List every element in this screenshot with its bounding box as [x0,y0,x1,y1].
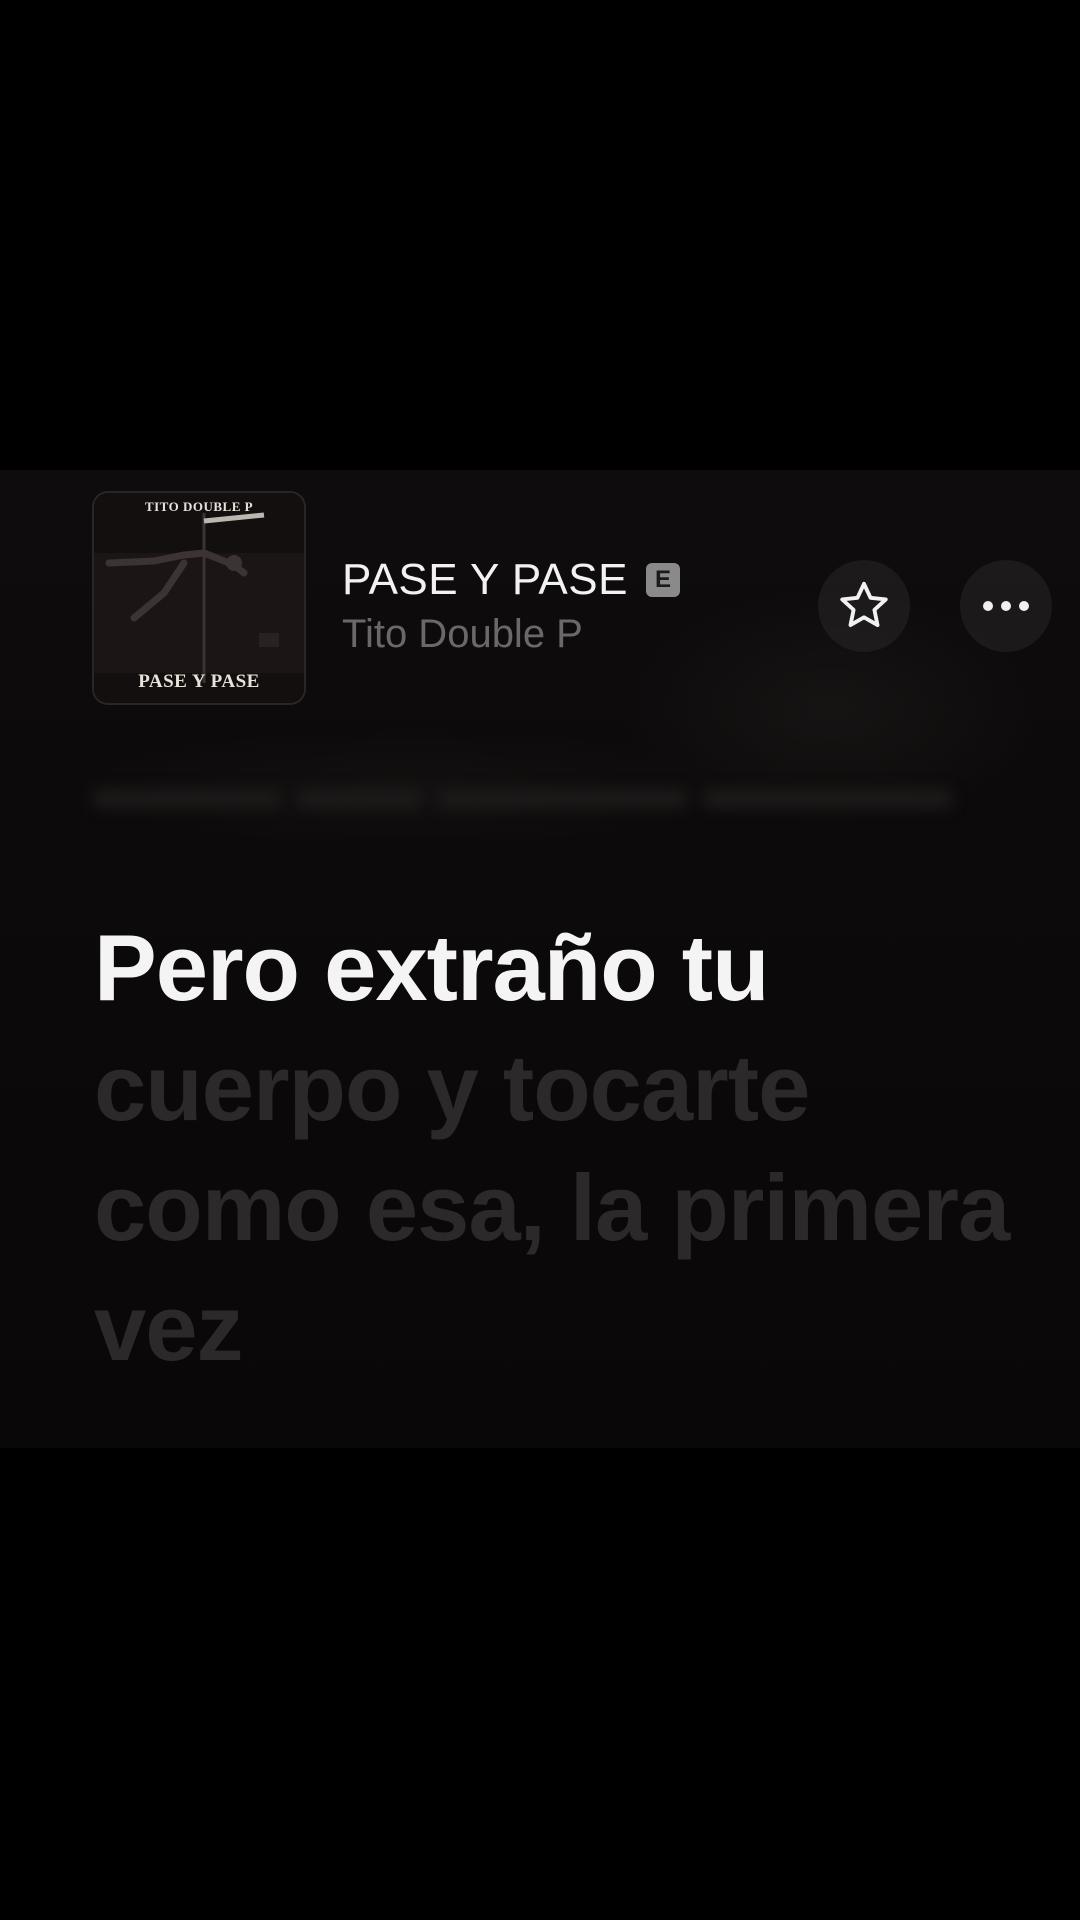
artist-name[interactable]: Tito Double P [342,612,583,657]
track-title-row[interactable]: PASE Y PASE E [342,555,680,605]
favorite-button[interactable] [818,560,910,652]
lyric-line[interactable]: vez [94,1268,1054,1388]
lyric-line-active[interactable]: Pero extraño tu [94,908,769,1028]
star-icon [840,581,888,628]
lyric-line[interactable]: como esa, la primera [94,1148,1054,1268]
album-art-bottom-text: PASE Y PASE [138,671,260,692]
album-art[interactable]: TITO DOUBLE P PASE Y PASE [94,493,304,703]
more-options-icon [983,601,1029,611]
lyric-line[interactable]: cuerpo y tocarte [94,1028,1054,1148]
more-options-button[interactable] [960,560,1052,652]
previous-lyric-blur: ▬▬▬ ▬▬ ▬▬▬▬ ▬▬▬▬ [94,753,952,822]
track-title: PASE Y PASE [342,555,628,604]
album-art-top-text: TITO DOUBLE P [144,499,254,514]
explicit-badge: E [645,563,680,597]
